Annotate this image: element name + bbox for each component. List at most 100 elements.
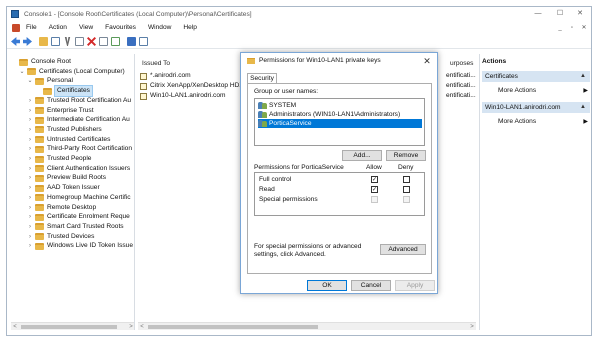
tree-item[interactable]: › Client Authentication Issuers: [27, 164, 130, 174]
list-item[interactable]: Win10-LAN1.anirodri.com: [140, 91, 226, 101]
actions-section-certificates[interactable]: Certificates ▲: [482, 71, 590, 82]
menu-file[interactable]: File: [20, 22, 43, 34]
certificate-icon: [140, 72, 147, 80]
maximize-button[interactable]: ☐: [551, 8, 569, 20]
chevron-right-icon[interactable]: ›: [27, 115, 33, 125]
tree-item[interactable]: › Windows Live ID Token Issue: [27, 241, 133, 251]
chevron-right-icon[interactable]: ›: [27, 154, 33, 164]
tree-item[interactable]: › Smart Card Trusted Roots: [27, 222, 124, 232]
chevron-down-icon[interactable]: ⌄: [19, 67, 25, 77]
back-arrow-icon[interactable]: [11, 37, 20, 46]
chevron-right-icon[interactable]: ›: [27, 125, 33, 135]
mdi-minimize-button[interactable]: _: [555, 22, 565, 34]
scroll-left-icon[interactable]: <: [138, 323, 146, 331]
tree-item[interactable]: Console Root: [11, 57, 71, 67]
tree-item[interactable]: ⌄ Personal: [27, 76, 73, 86]
title-bar: Console1 - [Console Root\Certificates (L…: [7, 7, 591, 21]
chevron-right-icon[interactable]: ›: [27, 193, 33, 203]
read-deny-checkbox[interactable]: [403, 186, 410, 193]
scroll-right-icon[interactable]: >: [127, 323, 134, 330]
tree-item[interactable]: › Remote Desktop: [27, 203, 96, 213]
tree-item[interactable]: › Intermediate Certification Au: [27, 115, 130, 125]
menu-window[interactable]: Window: [142, 22, 177, 34]
chevron-right-icon[interactable]: ›: [27, 183, 33, 193]
more-actions-item[interactable]: More Actions ▶: [498, 86, 590, 96]
tree-item[interactable]: › Homegroup Machine Certific: [27, 193, 131, 203]
actions-section-win10-lan1[interactable]: Win10-LAN1.anirodri.com ▲: [482, 102, 590, 113]
tree-item[interactable]: › Trusted Publishers: [27, 125, 102, 135]
console-icon[interactable]: [12, 24, 20, 32]
advanced-button[interactable]: Advanced: [380, 244, 426, 255]
tree-item[interactable]: › Trusted Devices: [27, 232, 94, 242]
user-name: PorticaService: [269, 120, 312, 127]
menu-favourites[interactable]: Favourites: [99, 22, 142, 34]
user-item-porticaservice[interactable]: PorticaService: [258, 119, 422, 128]
user-item-system[interactable]: SYSTEM: [258, 101, 422, 110]
minimize-button[interactable]: —: [529, 8, 547, 20]
close-button[interactable]: ✕: [571, 8, 589, 20]
chevron-right-icon[interactable]: ›: [27, 222, 33, 232]
scroll-thumb[interactable]: [148, 325, 318, 329]
menu-action[interactable]: Action: [43, 22, 73, 34]
chevron-right-icon[interactable]: ›: [27, 164, 33, 174]
forward-arrow-icon[interactable]: [23, 37, 32, 46]
add-button[interactable]: Add...: [342, 150, 382, 161]
cancel-button[interactable]: Cancel: [351, 280, 391, 291]
more-actions-item[interactable]: More Actions ▶: [498, 117, 590, 127]
chevron-right-icon[interactable]: ›: [27, 241, 33, 251]
tree-horizontal-scrollbar[interactable]: < >: [11, 322, 134, 330]
chevron-down-icon[interactable]: ⌄: [27, 76, 33, 86]
chevron-right-icon[interactable]: ›: [27, 173, 33, 183]
up-folder-icon[interactable]: [39, 37, 48, 46]
remove-button[interactable]: Remove: [386, 150, 426, 161]
collapse-caret-icon[interactable]: ▲: [580, 71, 586, 82]
properties-icon[interactable]: [99, 37, 108, 46]
mdi-restore-button[interactable]: ▫: [567, 22, 577, 34]
delete-icon[interactable]: [87, 37, 96, 46]
tree-item[interactable]: › Trusted Root Certification Au: [27, 96, 131, 106]
column-header-purposes[interactable]: urposes: [446, 59, 478, 69]
list-horizontal-scrollbar[interactable]: < >: [138, 322, 476, 330]
copy-icon[interactable]: [75, 37, 84, 46]
user-item-administrators[interactable]: Administrators (WIN10-LAN1\Administrator…: [258, 110, 422, 119]
chevron-right-icon[interactable]: ›: [27, 144, 33, 154]
chevron-right-icon[interactable]: ›: [27, 212, 33, 222]
user-group-icon: [258, 102, 267, 109]
chevron-right-icon[interactable]: ›: [27, 203, 33, 213]
chevron-right-icon[interactable]: ›: [27, 135, 33, 145]
collapse-caret-icon[interactable]: ▲: [580, 102, 586, 113]
list-item[interactable]: *.anirodri.com: [140, 71, 191, 81]
help-icon[interactable]: [127, 37, 136, 46]
full-control-allow-checkbox[interactable]: ✓: [371, 176, 378, 183]
mdi-close-button[interactable]: ✕: [579, 22, 589, 34]
tree-item[interactable]: › Third-Party Root Certification: [27, 144, 132, 154]
menu-help[interactable]: Help: [177, 22, 203, 34]
show-hide-action-pane-icon[interactable]: [139, 37, 148, 46]
tree-item[interactable]: Certificates: [35, 85, 93, 98]
scroll-thumb[interactable]: [21, 325, 117, 329]
scroll-right-icon[interactable]: >: [468, 323, 476, 331]
tree-item-label: Client Authentication Issuers: [47, 164, 131, 172]
list-item-purpose: entificati...: [446, 92, 476, 99]
tree-item[interactable]: › Certificate Enrolment Reque: [27, 212, 130, 222]
tree-item[interactable]: › AAD Token Issuer: [27, 183, 100, 193]
chevron-right-icon[interactable]: ›: [27, 96, 33, 106]
tree-item[interactable]: › Enterprise Trust: [27, 106, 94, 116]
export-list-icon[interactable]: [111, 37, 120, 46]
chevron-right-icon[interactable]: ›: [27, 232, 33, 242]
cut-icon[interactable]: [64, 37, 71, 46]
tree-item[interactable]: › Untrusted Certificates: [27, 135, 110, 145]
menu-view[interactable]: View: [73, 22, 99, 34]
show-hide-tree-icon[interactable]: [51, 37, 60, 46]
column-header-issued-to[interactable]: Issued To: [138, 59, 242, 69]
tree-item[interactable]: › Trusted People: [27, 154, 91, 164]
tree-item[interactable]: › Preview Build Roots: [27, 173, 106, 183]
list-item[interactable]: Citrix XenApp/XenDesktop HDX...: [140, 81, 249, 91]
scroll-left-icon[interactable]: <: [11, 323, 19, 330]
chevron-right-icon[interactable]: ›: [27, 106, 33, 116]
dialog-close-button[interactable]: ✕: [421, 55, 433, 67]
read-allow-checkbox[interactable]: ✓: [371, 186, 378, 193]
tree-item[interactable]: ⌄ Certificates (Local Computer): [19, 67, 125, 77]
full-control-deny-checkbox[interactable]: [403, 176, 410, 183]
ok-button[interactable]: OK: [307, 280, 347, 291]
